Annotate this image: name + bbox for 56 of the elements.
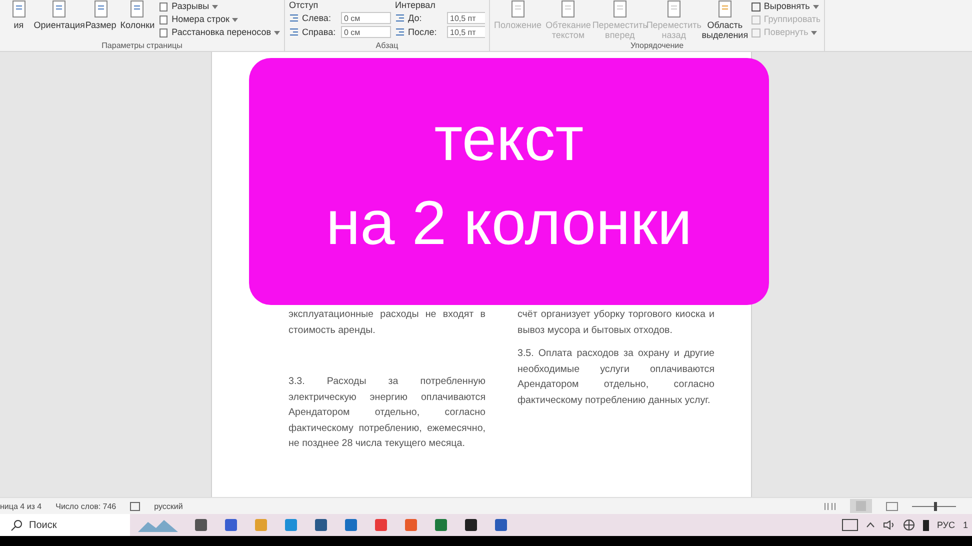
caret-icon (232, 18, 238, 22)
word-count: Число слов: 746 (56, 502, 116, 510)
proofing-icon[interactable] (130, 502, 140, 510)
banner-text: на 2 колонки (326, 188, 692, 260)
field-label: Слева: (302, 13, 332, 23)
battery-icon[interactable] (922, 519, 929, 531)
read-mode-icon[interactable] (824, 502, 836, 510)
app-icon[interactable] (194, 518, 208, 532)
paragraph: 3.5. Оплата расходов за охрану и другие необходимые услуги оплачиваются Арендатором отдельно, согласно фактическому потреблению данных услуг. (518, 347, 714, 408)
ribbon-button[interactable]: Колонки (120, 0, 155, 30)
group-label: Упорядочение (629, 41, 685, 51)
field-label: До: (408, 13, 423, 23)
app-icon[interactable] (314, 518, 328, 532)
search-field[interactable]: Поиск (0, 514, 130, 536)
group-label: Абзац (374, 41, 400, 51)
chevron-up-icon[interactable] (866, 522, 875, 528)
page-count: ница 4 из 4 (0, 502, 42, 510)
ribbon-button[interactable]: Расстановка переносов (158, 26, 280, 39)
indent-icon (395, 13, 405, 23)
field-label: Справа: (302, 27, 337, 37)
ribbon-button[interactable]: Область выделения (702, 0, 747, 40)
input-language[interactable]: РУС (936, 520, 955, 530)
ribbon-button[interactable]: Разрывы (158, 0, 280, 13)
ribbon-button[interactable]: Номера строк (158, 13, 280, 26)
ribbon-button[interactable]: ия (4, 0, 34, 30)
clock[interactable]: 1 (962, 520, 968, 530)
paragraph: эксплуатационные расходы не входят в стоимость аренды. (288, 308, 486, 338)
section-title: Интервал (395, 0, 436, 11)
ribbon-button[interactable]: Выровнять (750, 0, 820, 13)
monitor-icon[interactable] (842, 519, 858, 531)
globe-icon[interactable] (902, 519, 915, 531)
search-icon (10, 518, 23, 532)
field-label: После: (408, 27, 438, 37)
app-icon[interactable] (464, 518, 478, 532)
indent-icon (289, 13, 299, 23)
caret-icon (212, 4, 218, 8)
paragraph: счёт организует уборку торгового киоска и вывоз мусора и бытовых отходов. (518, 308, 714, 338)
indent-icon (289, 27, 299, 37)
spin-field[interactable]: 0 см (341, 26, 391, 38)
speaker-icon[interactable] (882, 520, 895, 530)
banner-text: текст (434, 104, 584, 176)
page-icon (158, 28, 169, 38)
spin-field[interactable]: 10,5 пт (447, 12, 485, 24)
section-title: Отступ (289, 0, 320, 11)
caret-icon (274, 30, 280, 34)
paragraph: 3.3. Расходы за потребленную электрическую энергию оплачиваются Арендатором отдельно, согласно фактическому потреблению, ежемесячно, не позднее 28 числа текущего месяца. (288, 375, 486, 451)
spin-field[interactable]: 10,5 пт (447, 26, 485, 38)
spin-field[interactable]: 0 см (341, 12, 391, 24)
caret-icon (812, 4, 819, 8)
page-icon (158, 14, 169, 24)
group-label: Параметры страницы (100, 41, 184, 51)
indent-icon (395, 27, 405, 37)
caret-icon (811, 30, 818, 34)
ribbon-button[interactable]: Размер (85, 0, 116, 30)
web-layout-icon[interactable] (886, 502, 898, 510)
language-label[interactable]: русский (154, 502, 183, 510)
